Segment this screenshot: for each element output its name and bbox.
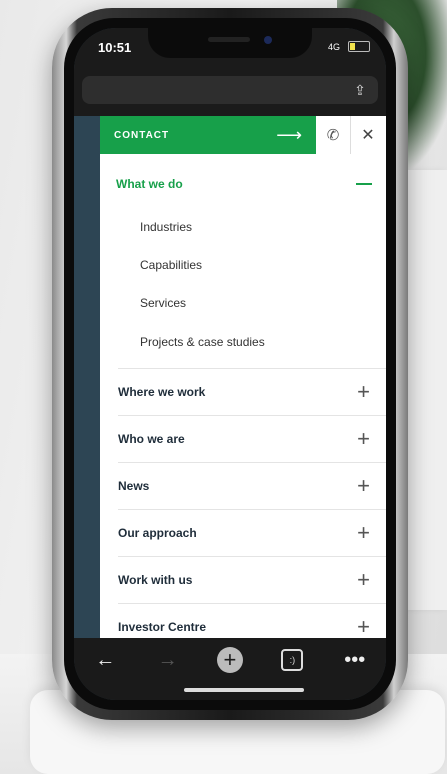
speaker bbox=[208, 37, 250, 42]
menu-item-label: Work with us bbox=[118, 573, 193, 587]
phone-screen: 10:51 4G ⇪ CONTACT ⟶ ✆ ✕ What we do Indu… bbox=[74, 28, 386, 700]
expand-icon: + bbox=[357, 567, 370, 592]
tabs-icon: :) bbox=[281, 649, 304, 671]
menu-item-label: Investor Centre bbox=[118, 620, 207, 634]
notch bbox=[148, 28, 312, 58]
menu-item-where-we-work[interactable]: Where we work + bbox=[118, 368, 386, 415]
phone-icon: ✆ bbox=[326, 127, 340, 144]
menu-item-our-approach[interactable]: Our approach + bbox=[118, 509, 386, 556]
expand-icon: + bbox=[357, 614, 370, 639]
phone-frame: 10:51 4G ⇪ CONTACT ⟶ ✆ ✕ What we do Indu… bbox=[52, 8, 408, 720]
expand-icon: + bbox=[357, 520, 370, 545]
home-indicator bbox=[184, 688, 304, 692]
submenu-item[interactable]: Services bbox=[140, 296, 186, 310]
share-icon[interactable]: ⇪ bbox=[352, 81, 368, 99]
menu-list: Where we work + Who we are + News + Our … bbox=[118, 368, 386, 650]
battery-icon bbox=[348, 41, 370, 52]
new-tab-button[interactable]: + bbox=[212, 646, 248, 674]
close-icon: ✕ bbox=[361, 127, 375, 144]
status-time: 10:51 bbox=[98, 40, 132, 55]
tabs-button[interactable]: :) bbox=[274, 646, 310, 674]
submenu-item[interactable]: Industries bbox=[140, 220, 192, 234]
menu-item-label: Where we work bbox=[118, 385, 206, 399]
submenu-item[interactable]: Projects & case studies bbox=[140, 335, 265, 349]
plus-icon: + bbox=[216, 647, 243, 673]
collapse-icon bbox=[356, 183, 372, 185]
network-indicator: 4G bbox=[327, 42, 340, 52]
navigation-menu: CONTACT ⟶ ✆ ✕ What we do Industries Capa… bbox=[100, 116, 386, 638]
menu-section-what-we-do[interactable]: What we do bbox=[116, 172, 372, 196]
expand-icon: + bbox=[357, 426, 370, 451]
expand-icon: + bbox=[357, 473, 370, 498]
phone-bezel: 10:51 4G ⇪ CONTACT ⟶ ✆ ✕ What we do Indu… bbox=[64, 18, 396, 710]
menu-item-label: Our approach bbox=[118, 526, 197, 540]
back-arrow-icon[interactable]: ← bbox=[87, 646, 123, 674]
forward-arrow-icon[interactable]: → bbox=[150, 646, 186, 674]
url-bar: ⇪ bbox=[74, 68, 386, 116]
browser-toolbar: ← → + :) ••• bbox=[74, 638, 386, 700]
page-background-strip bbox=[74, 116, 100, 638]
menu-item-label: Who we are bbox=[118, 432, 185, 446]
submenu-item[interactable]: Capabilities bbox=[140, 258, 202, 272]
address-field[interactable]: ⇪ bbox=[82, 76, 378, 104]
section-title: What we do bbox=[116, 177, 183, 191]
more-icon[interactable]: ••• bbox=[337, 646, 373, 674]
expand-icon: + bbox=[357, 379, 370, 404]
close-button[interactable]: ✕ bbox=[351, 116, 385, 154]
contact-row: CONTACT ⟶ ✆ ✕ bbox=[100, 116, 386, 154]
menu-item-work-with-us[interactable]: Work with us + bbox=[118, 556, 386, 603]
contact-button[interactable]: CONTACT ⟶ bbox=[100, 116, 316, 154]
front-camera bbox=[264, 36, 272, 44]
menu-item-label: News bbox=[118, 479, 150, 493]
arrow-right-icon: ⟶ bbox=[276, 125, 302, 145]
menu-item-news[interactable]: News + bbox=[118, 462, 386, 509]
contact-label: CONTACT bbox=[114, 129, 170, 141]
menu-item-who-we-are[interactable]: Who we are + bbox=[118, 415, 386, 462]
phone-button[interactable]: ✆ bbox=[316, 116, 351, 154]
